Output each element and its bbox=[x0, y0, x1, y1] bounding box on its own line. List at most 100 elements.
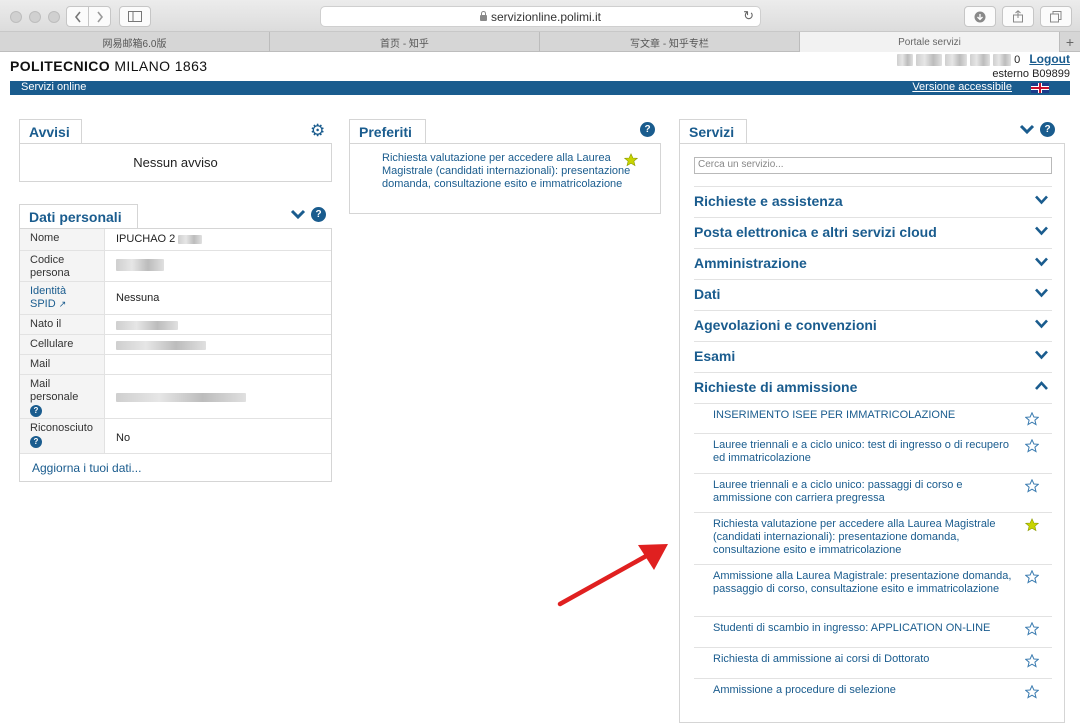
service-item[interactable]: Lauree triennali e a ciclo unico: test d… bbox=[694, 433, 1052, 473]
avvisi-title: Avvisi bbox=[19, 119, 82, 143]
category-richieste-assistenza[interactable]: Richieste e assistenza bbox=[694, 186, 1052, 217]
close-window-button[interactable] bbox=[10, 11, 22, 23]
user-name-suffix: 0 bbox=[1014, 54, 1021, 66]
row-key: Nato il bbox=[20, 315, 105, 334]
dati-row: Nato il bbox=[20, 314, 331, 334]
row-value bbox=[116, 391, 246, 403]
service-item[interactable]: Studenti di scambio in ingresso: APPLICA… bbox=[694, 616, 1052, 647]
redacted-text bbox=[116, 392, 246, 402]
preferiti-panel: Richiesta valutazione per accedere alla … bbox=[349, 143, 661, 214]
dati-row: Mail bbox=[20, 354, 331, 374]
service-link[interactable]: Richiesta valutazione per accedere alla … bbox=[713, 518, 1013, 557]
category-label: Agevolazioni e convenzioni bbox=[694, 317, 877, 333]
star-outline-icon[interactable] bbox=[1025, 570, 1039, 584]
redacted-text bbox=[116, 340, 206, 350]
dati-title: Dati personali bbox=[19, 204, 138, 228]
downloads-button[interactable] bbox=[964, 6, 996, 27]
star-outline-icon[interactable] bbox=[1025, 654, 1039, 668]
red-arrow-annotation bbox=[557, 544, 668, 607]
tabs-overview-button[interactable] bbox=[1040, 6, 1072, 27]
star-outline-icon[interactable] bbox=[1025, 439, 1039, 453]
help-icon[interactable]: ? bbox=[30, 404, 42, 417]
category-amministrazione[interactable]: Amministrazione bbox=[694, 248, 1052, 279]
back-button[interactable] bbox=[66, 6, 89, 27]
update-data-link[interactable]: Aggiorna i tuoi dati... bbox=[32, 461, 141, 475]
redacted-text bbox=[993, 54, 1012, 67]
row-key: Riconosciuto? bbox=[20, 419, 105, 453]
accessible-version-link[interactable]: Versione accessibile bbox=[912, 81, 1012, 93]
share-button[interactable] bbox=[1002, 6, 1034, 27]
help-icon[interactable]: ? bbox=[640, 122, 655, 137]
services-online-label: Servizi online bbox=[21, 81, 87, 93]
tab-label: 首页 - 知乎 bbox=[380, 38, 429, 50]
category-dati[interactable]: Dati bbox=[694, 279, 1052, 310]
category-label: Richieste e assistenza bbox=[694, 193, 843, 209]
browser-tab[interactable]: 写文章 - 知乎专栏 bbox=[540, 32, 800, 52]
browser-tab[interactable]: 网易邮箱6.0版 bbox=[0, 32, 270, 52]
row-key: Codice persona bbox=[20, 251, 105, 281]
service-item[interactable]: INSERIMENTO ISEE PER IMMATRICOLAZIONE bbox=[694, 403, 1052, 433]
favorite-item-link[interactable]: Richiesta valutazione per accedere alla … bbox=[382, 152, 642, 191]
help-icon[interactable]: ? bbox=[1040, 122, 1055, 137]
mail-personale-label: Mail personale bbox=[30, 378, 79, 403]
service-link[interactable]: Studenti di scambio in ingresso: APPLICA… bbox=[713, 622, 1013, 635]
help-icon[interactable]: ? bbox=[30, 435, 42, 448]
star-outline-icon[interactable] bbox=[1025, 685, 1039, 699]
help-icon[interactable]: ? bbox=[311, 207, 326, 222]
star-outline-icon[interactable] bbox=[1025, 479, 1039, 493]
star-filled-icon[interactable] bbox=[624, 153, 638, 167]
row-key: Mail bbox=[20, 355, 105, 374]
service-link[interactable]: Richiesta di ammissione ai corsi di Dott… bbox=[713, 653, 1013, 666]
tabs-icon bbox=[1050, 10, 1062, 22]
logout-link[interactable]: Logout bbox=[1029, 52, 1070, 66]
chevron-down-icon[interactable] bbox=[290, 208, 306, 222]
reload-icon[interactable]: ↻ bbox=[743, 8, 754, 24]
star-filled-icon[interactable] bbox=[1025, 518, 1039, 532]
chevron-up-icon bbox=[1035, 381, 1048, 390]
service-item[interactable]: Richiesta valutazione per accedere alla … bbox=[694, 512, 1052, 564]
category-richieste-ammissione[interactable]: Richieste di ammissione bbox=[694, 372, 1052, 403]
search-service-input[interactable]: Cerca un servizio... bbox=[694, 157, 1052, 174]
star-outline-icon[interactable] bbox=[1025, 622, 1039, 636]
zoom-window-button[interactable] bbox=[48, 11, 60, 23]
download-icon bbox=[974, 11, 986, 22]
category-agevolazioni[interactable]: Agevolazioni e convenzioni bbox=[694, 310, 1052, 341]
category-posta-elettronica[interactable]: Posta elettronica e altri servizi cloud bbox=[694, 217, 1052, 248]
browser-titlebar: servizionline.polimi.it ↻ bbox=[0, 0, 1080, 32]
user-id: esterno B09899 bbox=[992, 68, 1070, 81]
service-item[interactable]: Ammissione a procedure di selezione bbox=[694, 678, 1052, 709]
service-link[interactable]: Lauree triennali e a ciclo unico: test d… bbox=[713, 439, 1013, 465]
uk-flag-icon[interactable] bbox=[1031, 83, 1049, 93]
share-icon bbox=[1013, 10, 1023, 23]
service-link[interactable]: INSERIMENTO ISEE PER IMMATRICOLAZIONE bbox=[713, 409, 1013, 422]
category-label: Posta elettronica e altri servizi cloud bbox=[694, 224, 937, 240]
row-key: Mail personale? bbox=[20, 375, 105, 418]
chevron-left-icon bbox=[74, 11, 81, 22]
star-outline-icon[interactable] bbox=[1025, 412, 1039, 426]
service-link[interactable]: Ammissione alla Laurea Magistrale: prese… bbox=[713, 570, 1013, 596]
service-item[interactable]: Lauree triennali e a ciclo unico: passag… bbox=[694, 473, 1052, 512]
sidebar-icon bbox=[128, 11, 142, 22]
row-value: No bbox=[116, 432, 131, 444]
service-link[interactable]: Ammissione a procedure di selezione bbox=[713, 684, 1013, 697]
service-link[interactable]: Lauree triennali e a ciclo unico: passag… bbox=[713, 479, 1013, 505]
address-bar[interactable]: servizionline.polimi.it ↻ bbox=[320, 6, 761, 27]
name-value: IPUCHAO 2 bbox=[116, 233, 176, 245]
forward-button[interactable] bbox=[88, 6, 111, 27]
gear-icon[interactable]: ⚙ bbox=[310, 122, 325, 139]
row-value bbox=[116, 259, 164, 272]
service-item[interactable]: Richiesta di ammissione ai corsi di Dott… bbox=[694, 647, 1052, 678]
row-value bbox=[116, 319, 178, 331]
browser-tab-active[interactable]: Portale servizi bbox=[800, 32, 1060, 52]
servizi-panel: Cerca un servizio... Richieste e assiste… bbox=[679, 143, 1065, 723]
chevron-down-icon[interactable] bbox=[1019, 123, 1035, 137]
tab-label: 写文章 - 知乎专栏 bbox=[630, 38, 709, 50]
new-tab-button[interactable]: + bbox=[1060, 32, 1080, 51]
chevron-down-icon bbox=[1035, 319, 1048, 329]
redacted-text bbox=[970, 54, 991, 67]
minimize-window-button[interactable] bbox=[29, 11, 41, 23]
browser-tab[interactable]: 首页 - 知乎 bbox=[270, 32, 540, 52]
category-esami[interactable]: Esami bbox=[694, 341, 1052, 372]
service-item[interactable]: Ammissione alla Laurea Magistrale: prese… bbox=[694, 564, 1052, 616]
sidebar-button[interactable] bbox=[119, 6, 151, 27]
